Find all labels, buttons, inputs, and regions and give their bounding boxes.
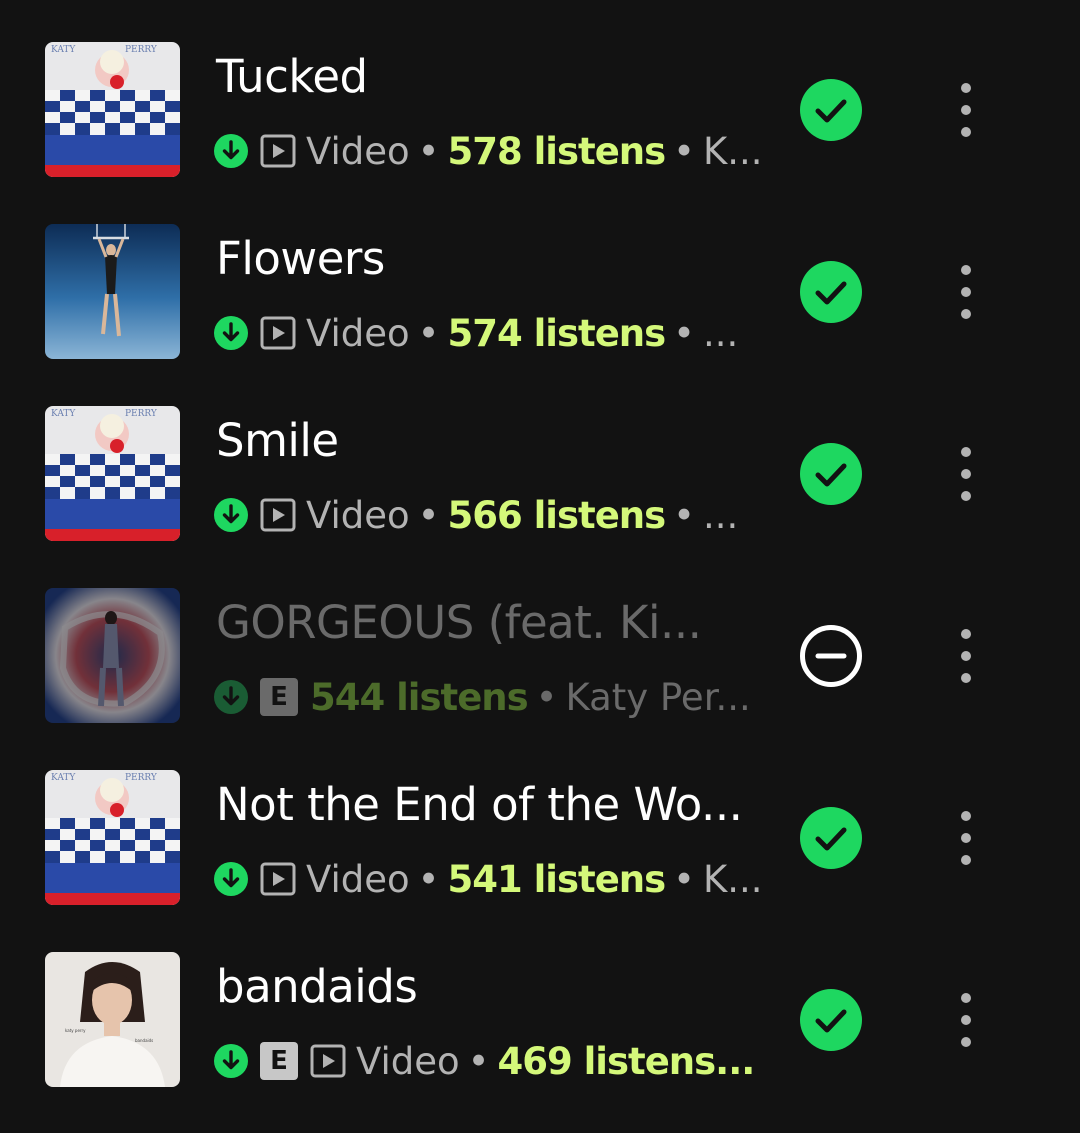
video-icon <box>260 134 296 168</box>
art-perry-text: PERRY <box>125 773 158 783</box>
video-label: Video <box>306 857 410 901</box>
more-options-icon[interactable] <box>946 806 986 870</box>
minus-circle-icon[interactable] <box>799 624 863 688</box>
listen-count: 566 listens <box>447 493 667 537</box>
track-row[interactable]: KATY PERRY Tucked Video • 578 listens • … <box>0 42 1080 182</box>
art-perry-text: PERRY <box>125 45 158 55</box>
separator: • <box>417 857 440 901</box>
video-label: Video <box>306 129 410 173</box>
more-options-icon[interactable] <box>946 988 986 1052</box>
art-katy-text: KATY <box>51 773 76 783</box>
art-katy-text: KATY <box>51 45 76 55</box>
more-options-icon[interactable] <box>946 260 986 324</box>
track-title: Not the End of the Wo... <box>216 778 743 831</box>
video-icon <box>260 498 296 532</box>
track-row[interactable]: KATY PERRY Smile Video • 566 listens • .… <box>0 406 1080 546</box>
listen-count: 574 listens <box>447 311 667 355</box>
check-circle-icon[interactable] <box>799 260 863 324</box>
track-title: Flowers <box>216 232 385 285</box>
video-label: Video <box>306 493 410 537</box>
album-art[interactable]: KATY PERRY <box>45 42 180 177</box>
track-meta: Video • 578 listens • K... <box>214 128 763 174</box>
art-artist-text: katy perry <box>65 1028 86 1033</box>
explicit-badge: E <box>260 1042 298 1080</box>
track-title: Smile <box>216 414 339 467</box>
album-art[interactable]: katy perry bandaids <box>45 952 180 1087</box>
track-row[interactable]: KATY PERRY Not the End of the Wo... Vide… <box>0 770 1080 910</box>
track-row[interactable]: katy perry bandaids bandaids E Video • 4… <box>0 952 1080 1092</box>
check-circle-icon[interactable] <box>799 806 863 870</box>
downloaded-icon <box>214 134 248 168</box>
album-art[interactable]: KATY PERRY <box>45 770 180 905</box>
artist-name: Katy Per... <box>565 675 751 719</box>
album-art[interactable]: KATY PERRY <box>45 406 180 541</box>
listen-count: 578 listens <box>447 129 667 173</box>
track-title: Tucked <box>216 50 368 103</box>
separator: • <box>673 857 695 901</box>
track-title: bandaids <box>216 960 418 1013</box>
downloaded-icon <box>214 680 248 714</box>
more-options-icon[interactable] <box>946 624 986 688</box>
downloaded-icon <box>214 1044 248 1078</box>
separator: • <box>673 493 695 537</box>
listen-count: 469 listens... <box>497 1039 756 1083</box>
track-meta: E 544 listens • Katy Per... <box>214 674 751 720</box>
art-perry-text: PERRY <box>125 409 158 419</box>
check-circle-icon[interactable] <box>799 78 863 142</box>
check-circle-icon[interactable] <box>799 442 863 506</box>
separator: • <box>417 311 440 355</box>
video-icon <box>260 316 296 350</box>
artist-name: K... <box>702 129 763 173</box>
separator: • <box>467 1039 490 1083</box>
more-options-icon[interactable] <box>946 78 986 142</box>
separator: • <box>673 311 695 355</box>
video-icon <box>310 1044 346 1078</box>
video-label: Video <box>306 311 410 355</box>
video-icon <box>260 862 296 896</box>
artist-name: ... <box>702 311 739 355</box>
track-title: GORGEOUS (feat. Ki... <box>216 596 702 649</box>
track-meta: Video • 541 listens • K... <box>214 856 763 902</box>
explicit-badge: E <box>260 678 298 716</box>
listen-count: 544 listens <box>310 675 529 719</box>
separator: • <box>417 493 440 537</box>
track-list: KATY PERRY Tucked Video • 578 listens • … <box>0 0 1080 1133</box>
track-row[interactable]: Flowers Video • 574 listens • ... <box>0 224 1080 364</box>
check-circle-icon[interactable] <box>799 988 863 1052</box>
separator: • <box>673 129 695 173</box>
more-options-icon[interactable] <box>946 442 986 506</box>
listen-count: 541 listens <box>447 857 667 901</box>
art-title-text: bandaids <box>135 1038 153 1043</box>
video-label: Video <box>356 1039 460 1083</box>
album-art[interactable] <box>45 588 180 723</box>
separator: • <box>417 129 440 173</box>
downloaded-icon <box>214 498 248 532</box>
downloaded-icon <box>214 316 248 350</box>
artist-name: K... <box>702 857 763 901</box>
track-meta: Video • 574 listens • ... <box>214 310 738 356</box>
art-katy-text: KATY <box>51 409 76 419</box>
separator: • <box>535 675 558 719</box>
downloaded-icon <box>214 862 248 896</box>
track-row[interactable]: GORGEOUS (feat. Ki... E 544 listens • Ka… <box>0 588 1080 728</box>
track-meta: E Video • 469 listens... <box>214 1038 756 1084</box>
artist-name: ... <box>702 493 739 537</box>
album-art[interactable] <box>45 224 180 359</box>
track-meta: Video • 566 listens • ... <box>214 492 738 538</box>
